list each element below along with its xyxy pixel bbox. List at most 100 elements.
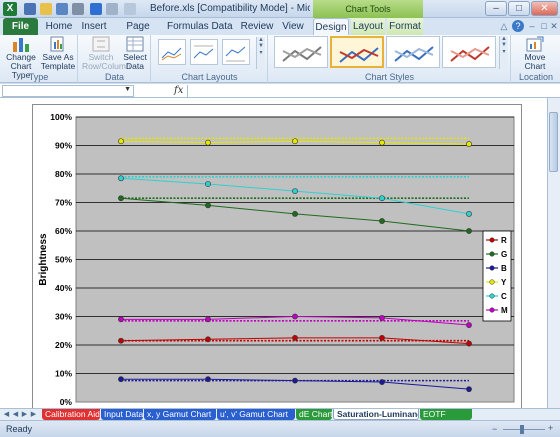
sheet-tab-de-chart[interactable]: dE Chart bbox=[296, 409, 332, 420]
zoom-slider[interactable] bbox=[503, 429, 545, 430]
y-tick-label: 90% bbox=[55, 141, 72, 151]
save-as-icon[interactable] bbox=[56, 3, 68, 15]
chart-styles-group: ▲ ▼ ▾ Chart Styles bbox=[269, 35, 511, 83]
chart-style-blue[interactable] bbox=[386, 36, 440, 68]
style-red-icon bbox=[450, 46, 490, 62]
move-chart-button[interactable]: Move Chart bbox=[518, 36, 552, 71]
tab-review[interactable]: Review bbox=[240, 18, 274, 35]
legend-g-marker bbox=[489, 251, 495, 257]
chart-layout-3[interactable] bbox=[222, 39, 250, 65]
chart-layouts-group: ▲ ▼ ▾ Chart Layouts bbox=[152, 35, 268, 83]
worksheet-area[interactable]: 0% 10% 20% 30% 40% 50% 60% 70% 80% 90% 100% Brightn… bbox=[0, 98, 548, 409]
chart-style-gray[interactable] bbox=[274, 36, 328, 68]
vertical-scrollbar[interactable] bbox=[548, 98, 560, 408]
help-icon[interactable]: ? bbox=[512, 20, 524, 32]
chart-style-color[interactable] bbox=[330, 36, 384, 68]
next-sheet-icon[interactable]: ▶ bbox=[20, 410, 29, 418]
sheet-tab-saturation-luminance[interactable]: Saturation-Luminance bbox=[333, 409, 419, 420]
series-b-point bbox=[379, 379, 385, 385]
sheet-tab-eotf[interactable]: EOTF bbox=[420, 409, 472, 420]
legend-y-label: Y bbox=[501, 278, 507, 287]
chart-area[interactable]: 0% 10% 20% 30% 40% 50% 60% 70% 80% 90% 100% Brightn… bbox=[32, 104, 522, 409]
legend-c-label: C bbox=[501, 292, 507, 301]
layout-3-icon bbox=[225, 46, 246, 62]
style-gray-icon bbox=[282, 46, 322, 62]
layouts-scroll-icon[interactable]: ▲ ▼ ▾ bbox=[256, 37, 265, 69]
excel-app-icon[interactable]: X bbox=[3, 2, 17, 16]
y-tick-label: 60% bbox=[55, 226, 72, 236]
series-b-point bbox=[205, 376, 211, 383]
series-g-point bbox=[466, 228, 472, 234]
name-box[interactable]: ▼ bbox=[2, 85, 134, 97]
tab-design[interactable]: Design bbox=[313, 18, 349, 35]
tab-format[interactable]: Format bbox=[387, 18, 423, 35]
tab-formulas[interactable]: Formulas bbox=[167, 18, 209, 35]
zoom-out-button[interactable]: − bbox=[492, 424, 497, 434]
zoom-in-button[interactable]: + bbox=[548, 423, 553, 433]
chart-style-red[interactable] bbox=[442, 36, 496, 68]
save-as-template-button[interactable]: Save As Template bbox=[40, 36, 76, 71]
chart-layout-1[interactable] bbox=[158, 39, 186, 65]
save-icon[interactable] bbox=[24, 3, 36, 15]
sheet-tab-input-data[interactable]: Input Data bbox=[101, 409, 143, 420]
zoom-slider-handle[interactable] bbox=[519, 425, 524, 434]
series-b-point bbox=[118, 376, 124, 383]
close-button[interactable]: ✕ bbox=[531, 1, 558, 16]
tab-view[interactable]: View bbox=[278, 18, 308, 35]
series-c-point bbox=[118, 175, 124, 182]
formula-input[interactable] bbox=[187, 85, 544, 97]
type-group-label: Type bbox=[28, 72, 49, 82]
series-m-point bbox=[466, 322, 472, 328]
legend-r-marker bbox=[489, 237, 495, 243]
select-data-button[interactable]: Select Data bbox=[121, 36, 149, 71]
sheet-tab-x-y-gamut-chart[interactable]: x, y Gamut Chart bbox=[144, 409, 216, 420]
series-r-point bbox=[379, 334, 385, 341]
y-tick-label: 70% bbox=[55, 198, 72, 208]
redo-icon[interactable] bbox=[106, 3, 118, 15]
customize-qat-icon[interactable] bbox=[124, 3, 136, 15]
tab-data[interactable]: Data bbox=[208, 18, 236, 35]
series-c-point bbox=[466, 211, 472, 217]
last-sheet-icon[interactable]: ▶ bbox=[29, 410, 38, 418]
undo-icon[interactable] bbox=[90, 3, 102, 15]
tab-insert[interactable]: Insert bbox=[78, 18, 110, 35]
series-y-point bbox=[205, 139, 211, 146]
prev-sheet-icon[interactable]: ◀ bbox=[11, 410, 20, 418]
legend-m-marker bbox=[489, 307, 495, 313]
series-b-point bbox=[292, 377, 298, 384]
formula-bar: ▼ fx bbox=[0, 84, 560, 98]
y-tick-label: 50% bbox=[55, 255, 72, 265]
vertical-scroll-thumb[interactable] bbox=[549, 112, 558, 172]
switch-row-column-button[interactable]: Switch Row/Column bbox=[82, 36, 131, 71]
series-g-point bbox=[118, 195, 124, 202]
style-blue-icon bbox=[394, 46, 434, 62]
series-c-point bbox=[292, 188, 298, 194]
insert-function-icon[interactable]: fx bbox=[174, 85, 183, 96]
tab-home[interactable]: Home bbox=[42, 18, 76, 35]
print-icon[interactable] bbox=[72, 3, 84, 15]
tab-layout[interactable]: Layout bbox=[351, 18, 385, 35]
chart-layout-2[interactable] bbox=[190, 39, 218, 65]
window-close-icon[interactable]: ✕ bbox=[548, 20, 560, 32]
series-b-point bbox=[466, 386, 472, 393]
first-sheet-icon[interactable]: ◀ bbox=[2, 410, 11, 418]
tab-page-layout[interactable]: Page Layout bbox=[113, 18, 163, 49]
window-minimize-icon[interactable]: – bbox=[526, 20, 538, 32]
sheet-tab-u-v-gamut-chart[interactable]: u', v' Gamut Chart bbox=[217, 409, 295, 420]
sheet-tab-calibration-aid[interactable]: Calibration Aid bbox=[42, 409, 100, 420]
open-folder-icon[interactable] bbox=[40, 3, 52, 15]
y-tick-label: 100% bbox=[50, 112, 72, 122]
name-box-dropdown-icon[interactable]: ▼ bbox=[124, 86, 131, 93]
status-bar: Ready − + bbox=[0, 420, 560, 437]
data-group-label: Data bbox=[104, 72, 124, 82]
styles-scroll-icon[interactable]: ▲ ▼ ▾ bbox=[499, 36, 508, 69]
template-icon bbox=[50, 36, 64, 52]
series-r-point bbox=[466, 340, 472, 347]
maximize-button[interactable]: □ bbox=[508, 1, 530, 16]
tab-file[interactable]: File bbox=[3, 18, 38, 35]
minimize-button[interactable]: – bbox=[485, 1, 507, 16]
minimize-ribbon-icon[interactable]: △ bbox=[498, 20, 510, 32]
status-ready: Ready bbox=[6, 424, 33, 434]
y-tick-label: 20% bbox=[55, 340, 72, 350]
window-title: Before.xls [Compatibility Mode] - Micros… bbox=[150, 3, 310, 14]
